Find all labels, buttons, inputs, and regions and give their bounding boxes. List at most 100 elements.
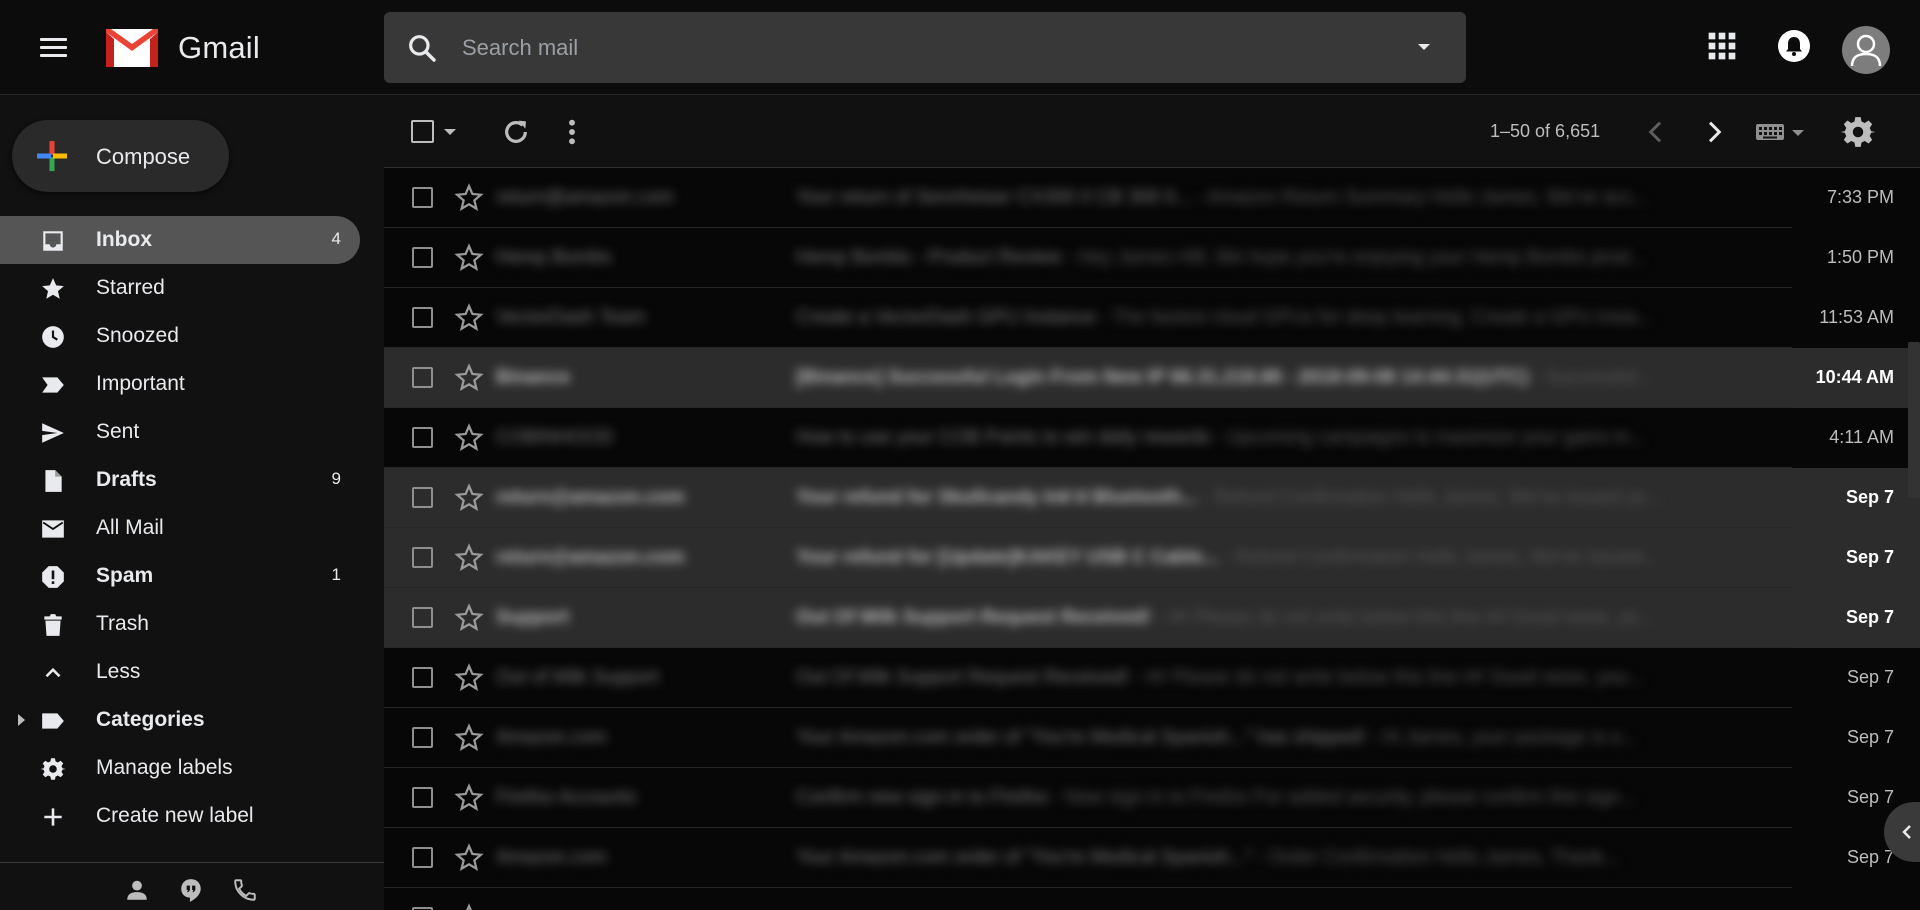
row-checkbox[interactable] — [412, 187, 433, 208]
star-icon[interactable] — [454, 783, 484, 813]
refresh-icon[interactable] — [500, 116, 532, 148]
star-icon[interactable] — [454, 663, 484, 693]
compose-plus-icon — [37, 141, 67, 171]
email-row[interactable]: Amazon.com Your Amazon.com order of "You'… — [384, 828, 1920, 888]
compose-button[interactable]: Compose — [12, 120, 229, 192]
star-icon[interactable] — [454, 363, 484, 393]
gmail-m-icon — [106, 29, 158, 67]
sidebar-item-sent[interactable]: Sent — [0, 408, 360, 456]
email-row[interactable]: Amazon.com Your Amazon.com order of "You'… — [384, 708, 1920, 768]
email-row[interactable]: Out of Milk Support Out Of Milk Support R… — [384, 648, 1920, 708]
email-row[interactable] — [384, 888, 1920, 910]
row-checkbox[interactable] — [412, 427, 433, 448]
account-avatar[interactable] — [1842, 26, 1890, 74]
email-snippet: - Hi James, your package is o... — [1365, 727, 1637, 748]
email-row[interactable]: Hemp Bombs Hemp Bombs - Product Review - … — [384, 228, 1920, 288]
notifications-bell-icon[interactable] — [1776, 28, 1812, 64]
list-scrollbar[interactable] — [1908, 342, 1920, 498]
email-subject-line: Your return of Sennheiser CX300 II CB 30… — [796, 187, 1766, 209]
star-icon[interactable] — [454, 843, 484, 873]
star-icon[interactable] — [454, 423, 484, 453]
sidebar-item-categories[interactable]: Categories — [0, 696, 360, 744]
row-checkbox[interactable] — [412, 247, 433, 268]
email-subject: [Binance] Successful Login From New IP 6… — [796, 367, 1529, 388]
chevron-up-icon — [45, 667, 61, 678]
email-subject: Out Of Milk Support Request Received! — [796, 667, 1129, 688]
email-summary: Binance [Binance] Successful Login From N… — [496, 348, 1920, 408]
email-row[interactable]: return@amazon.com Your refund for Skullca… — [384, 468, 1920, 528]
older-chevron-right-icon[interactable] — [1698, 116, 1730, 148]
email-date-cell: 11:53 AM — [1792, 288, 1920, 348]
sidebar-item-starred[interactable]: Starred — [0, 264, 360, 312]
search-icon[interactable] — [406, 32, 438, 64]
side-panel-toggle[interactable] — [1884, 802, 1920, 862]
sidebar-item-manage-labels[interactable]: Manage labels — [0, 744, 360, 792]
more-options-icon[interactable] — [556, 116, 588, 148]
email-sender: return@amazon.com — [496, 187, 674, 208]
row-checkbox[interactable] — [412, 667, 433, 688]
email-row[interactable]: COBINHOOD How to use your COB Points to w… — [384, 408, 1920, 468]
email-row[interactable]: Firefox Accounts Confirm new sign-in to F… — [384, 768, 1920, 828]
email-subject: Your refund for Skullcandy Ink'd Bluetoo… — [796, 487, 1198, 508]
sidebar-item-create-label[interactable]: Create new label — [0, 792, 360, 840]
search-options-dropdown-icon[interactable] — [1412, 35, 1436, 59]
gmail-logo[interactable]: Gmail — [104, 26, 260, 70]
sidebar-item-spam[interactable]: Spam 1 — [0, 552, 360, 600]
email-date-cell: 10:44 AM — [1792, 348, 1920, 408]
main-menu-icon[interactable] — [36, 33, 72, 63]
settings-gear-icon[interactable] — [1840, 114, 1876, 150]
inbox-icon — [43, 231, 63, 251]
newer-chevron-left-icon[interactable] — [1640, 116, 1672, 148]
sidebar-item-important[interactable]: Important — [0, 360, 360, 408]
email-date: Sep 7 — [1846, 667, 1894, 687]
row-checkbox[interactable] — [412, 367, 433, 388]
email-snippet: - ## Please do not write below this line… — [1150, 607, 1655, 628]
search-input[interactable] — [462, 30, 1362, 66]
star-icon[interactable] — [454, 723, 484, 753]
email-snippet: - Refund Confirmation Hello James, We've… — [1197, 487, 1662, 508]
email-subject: Create a VectorDash GPU Instance — [796, 307, 1096, 328]
email-row[interactable]: return@amazon.com Your refund for [Update… — [384, 528, 1920, 588]
star-icon[interactable] — [454, 543, 484, 573]
email-subject: Your Amazon.com order of "You're Medical… — [796, 727, 1366, 748]
apps-grid-icon[interactable] — [1706, 30, 1738, 62]
sidebar-item-label: All Mail — [96, 516, 164, 539]
email-row[interactable]: Binance [Binance] Successful Login From N… — [384, 348, 1920, 408]
row-checkbox[interactable] — [412, 607, 433, 628]
sidebar-item-all-mail[interactable]: All Mail — [0, 504, 360, 552]
sidebar-item-less[interactable]: Less — [0, 648, 360, 696]
sidebar-item-snoozed[interactable]: Snoozed — [0, 312, 360, 360]
email-row[interactable]: VectorDash Team Create a VectorDash GPU I… — [384, 288, 1920, 348]
row-checkbox[interactable] — [412, 487, 433, 508]
star-icon[interactable] — [454, 243, 484, 273]
select-all-checkbox[interactable] — [411, 120, 434, 143]
email-date: 10:44 AM — [1815, 367, 1894, 387]
sidebar-item-trash[interactable]: Trash — [0, 600, 360, 648]
sidebar-item-drafts[interactable]: Drafts 9 — [0, 456, 360, 504]
star-icon[interactable] — [454, 603, 484, 633]
row-checkbox[interactable] — [412, 307, 433, 328]
row-checkbox[interactable] — [412, 847, 433, 868]
expand-caret-icon[interactable] — [18, 714, 25, 726]
star-icon[interactable] — [454, 903, 484, 910]
star-icon[interactable] — [454, 303, 484, 333]
star-icon[interactable] — [454, 483, 484, 513]
sidebar-nav: Inbox 4 Starred Snoozed Important Sent D… — [0, 216, 360, 840]
sidebar-item-inbox[interactable]: Inbox 4 — [0, 216, 360, 264]
select-options-dropdown-icon[interactable] — [444, 129, 456, 135]
input-tools-keyboard-icon[interactable] — [1754, 120, 1810, 146]
email-snippet: - Hey James Hill, We hope you're enjoyin… — [1061, 247, 1646, 268]
email-row[interactable]: return@amazon.com Your return of Sennheis… — [384, 168, 1920, 228]
email-sender: Out of Milk Support — [496, 667, 659, 688]
contacts-person-icon[interactable] — [124, 877, 150, 903]
row-checkbox[interactable] — [412, 787, 433, 808]
phone-icon[interactable] — [232, 877, 258, 903]
hangouts-icon[interactable] — [178, 877, 204, 903]
row-checkbox[interactable] — [412, 547, 433, 568]
star-icon[interactable] — [454, 183, 484, 213]
email-summary: Support Out Of Milk Support Request Recei… — [496, 588, 1920, 648]
row-checkbox[interactable] — [412, 727, 433, 748]
email-subject-line: Create a VectorDash GPU Instance - The f… — [796, 307, 1766, 329]
email-row[interactable]: Support Out Of Milk Support Request Recei… — [384, 588, 1920, 648]
send-icon — [42, 423, 64, 443]
